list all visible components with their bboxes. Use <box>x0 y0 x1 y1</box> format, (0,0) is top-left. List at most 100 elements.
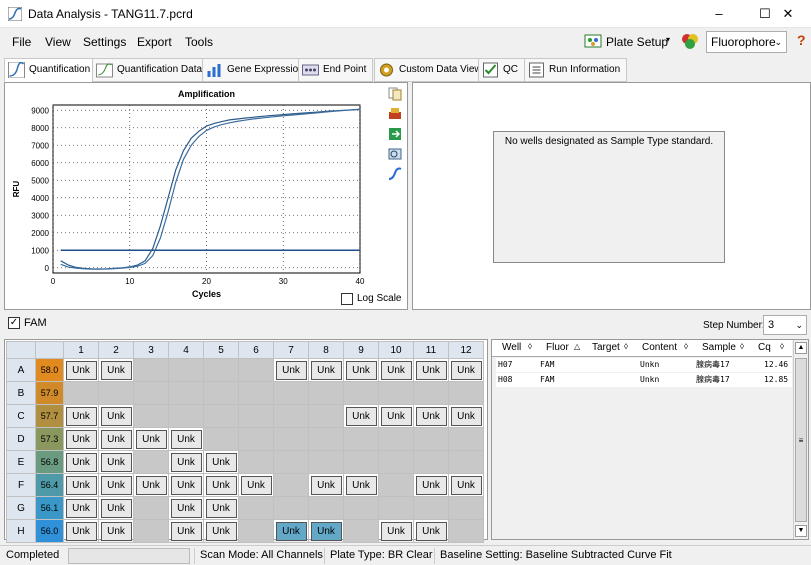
row-header[interactable]: F <box>6 473 36 497</box>
empty-well[interactable] <box>343 496 379 520</box>
fam-checkbox[interactable]: ✓ <box>8 317 20 329</box>
zoom-icon[interactable] <box>388 147 402 161</box>
well[interactable]: Unk <box>273 519 309 543</box>
help-icon[interactable]: ? <box>797 32 806 48</box>
well[interactable]: Unk <box>203 473 239 497</box>
well[interactable]: Unk <box>203 496 239 520</box>
empty-well[interactable] <box>63 381 99 405</box>
empty-well[interactable] <box>448 496 484 520</box>
tab-custom-data-view[interactable]: Custom Data View <box>374 58 489 82</box>
empty-well[interactable] <box>133 519 169 543</box>
column-header[interactable]: 6 <box>238 341 274 359</box>
row-header[interactable]: D <box>6 427 36 451</box>
col-content[interactable]: Content <box>642 342 677 353</box>
row-header[interactable]: B <box>6 381 36 405</box>
column-header[interactable]: 7 <box>273 341 309 359</box>
empty-well[interactable] <box>203 358 239 382</box>
empty-well[interactable] <box>448 519 484 543</box>
empty-well[interactable] <box>133 404 169 428</box>
empty-well[interactable] <box>378 427 414 451</box>
column-header[interactable]: 2 <box>98 341 134 359</box>
well[interactable]: Unk <box>98 496 134 520</box>
well[interactable]: Unk <box>63 450 99 474</box>
well[interactable]: Unk <box>203 450 239 474</box>
column-header[interactable]: 10 <box>378 341 414 359</box>
empty-well[interactable] <box>448 427 484 451</box>
well[interactable]: Unk <box>238 473 274 497</box>
well[interactable]: Unk <box>98 473 134 497</box>
empty-well[interactable] <box>378 473 414 497</box>
row-header[interactable]: A <box>6 358 36 382</box>
row-header[interactable]: H <box>6 519 36 543</box>
well[interactable]: Unk <box>168 427 204 451</box>
well[interactable]: Unk <box>203 519 239 543</box>
tab-quantification[interactable]: Quantification <box>4 58 98 82</box>
row-header[interactable]: C <box>6 404 36 428</box>
empty-well[interactable] <box>133 381 169 405</box>
well[interactable]: Unk <box>168 473 204 497</box>
col-sample[interactable]: Sample <box>702 342 736 353</box>
well[interactable]: Unk <box>413 473 449 497</box>
col-fluor[interactable]: Fluor <box>546 342 569 353</box>
empty-well[interactable] <box>343 427 379 451</box>
well[interactable]: Unk <box>308 358 344 382</box>
empty-well[interactable] <box>413 450 449 474</box>
empty-well[interactable] <box>273 473 309 497</box>
well[interactable]: Unk <box>413 404 449 428</box>
empty-well[interactable] <box>378 496 414 520</box>
empty-well[interactable] <box>273 404 309 428</box>
col-cq[interactable]: Cq <box>758 342 771 353</box>
well[interactable]: Unk <box>63 404 99 428</box>
close-button[interactable]: ✕ <box>765 0 811 28</box>
well[interactable]: Unk <box>413 358 449 382</box>
well[interactable]: Unk <box>63 358 99 382</box>
empty-well[interactable] <box>133 358 169 382</box>
empty-well[interactable] <box>203 427 239 451</box>
column-header[interactable]: 4 <box>168 341 204 359</box>
empty-well[interactable] <box>378 381 414 405</box>
well[interactable]: Unk <box>98 404 134 428</box>
empty-well[interactable] <box>308 381 344 405</box>
well[interactable]: Unk <box>308 519 344 543</box>
empty-well[interactable] <box>238 358 274 382</box>
tab-run-information[interactable]: Run Information <box>524 58 628 82</box>
well[interactable]: Unk <box>378 404 414 428</box>
well[interactable]: Unk <box>133 427 169 451</box>
well[interactable]: Unk <box>343 473 379 497</box>
well[interactable]: Unk <box>308 473 344 497</box>
empty-well[interactable] <box>343 381 379 405</box>
empty-well[interactable] <box>308 404 344 428</box>
empty-well[interactable] <box>168 381 204 405</box>
empty-well[interactable] <box>238 519 274 543</box>
well[interactable]: Unk <box>168 496 204 520</box>
row-header[interactable]: E <box>6 450 36 474</box>
fluorophore-select[interactable]: Fluorophore ⌄ <box>706 31 787 53</box>
well[interactable]: Unk <box>168 519 204 543</box>
well[interactable]: Unk <box>63 427 99 451</box>
empty-well[interactable] <box>273 427 309 451</box>
empty-well[interactable] <box>378 450 414 474</box>
column-header[interactable]: 12 <box>448 341 484 359</box>
menu-export[interactable]: Export <box>137 35 172 49</box>
empty-well[interactable] <box>413 496 449 520</box>
empty-well[interactable] <box>273 496 309 520</box>
empty-well[interactable] <box>308 496 344 520</box>
empty-well[interactable] <box>273 450 309 474</box>
well[interactable]: Unk <box>273 358 309 382</box>
well[interactable]: Unk <box>98 358 134 382</box>
empty-well[interactable] <box>203 404 239 428</box>
well[interactable]: Unk <box>63 496 99 520</box>
tab-gene-expression[interactable]: Gene Expression <box>202 58 311 82</box>
print-icon[interactable] <box>388 107 402 121</box>
empty-well[interactable] <box>133 450 169 474</box>
well[interactable]: Unk <box>168 450 204 474</box>
well[interactable]: Unk <box>413 519 449 543</box>
log-scale-checkbox[interactable] <box>341 293 353 305</box>
copy-icon[interactable] <box>388 87 402 101</box>
column-header[interactable]: 1 <box>63 341 99 359</box>
empty-well[interactable] <box>238 450 274 474</box>
empty-well[interactable] <box>343 450 379 474</box>
well[interactable]: Unk <box>448 404 484 428</box>
well[interactable]: Unk <box>98 450 134 474</box>
amplification-chart[interactable]: 0 10 20 30 40 0 1000 2000 3000 4000 5000 6000 7000 80… <box>5 83 385 309</box>
